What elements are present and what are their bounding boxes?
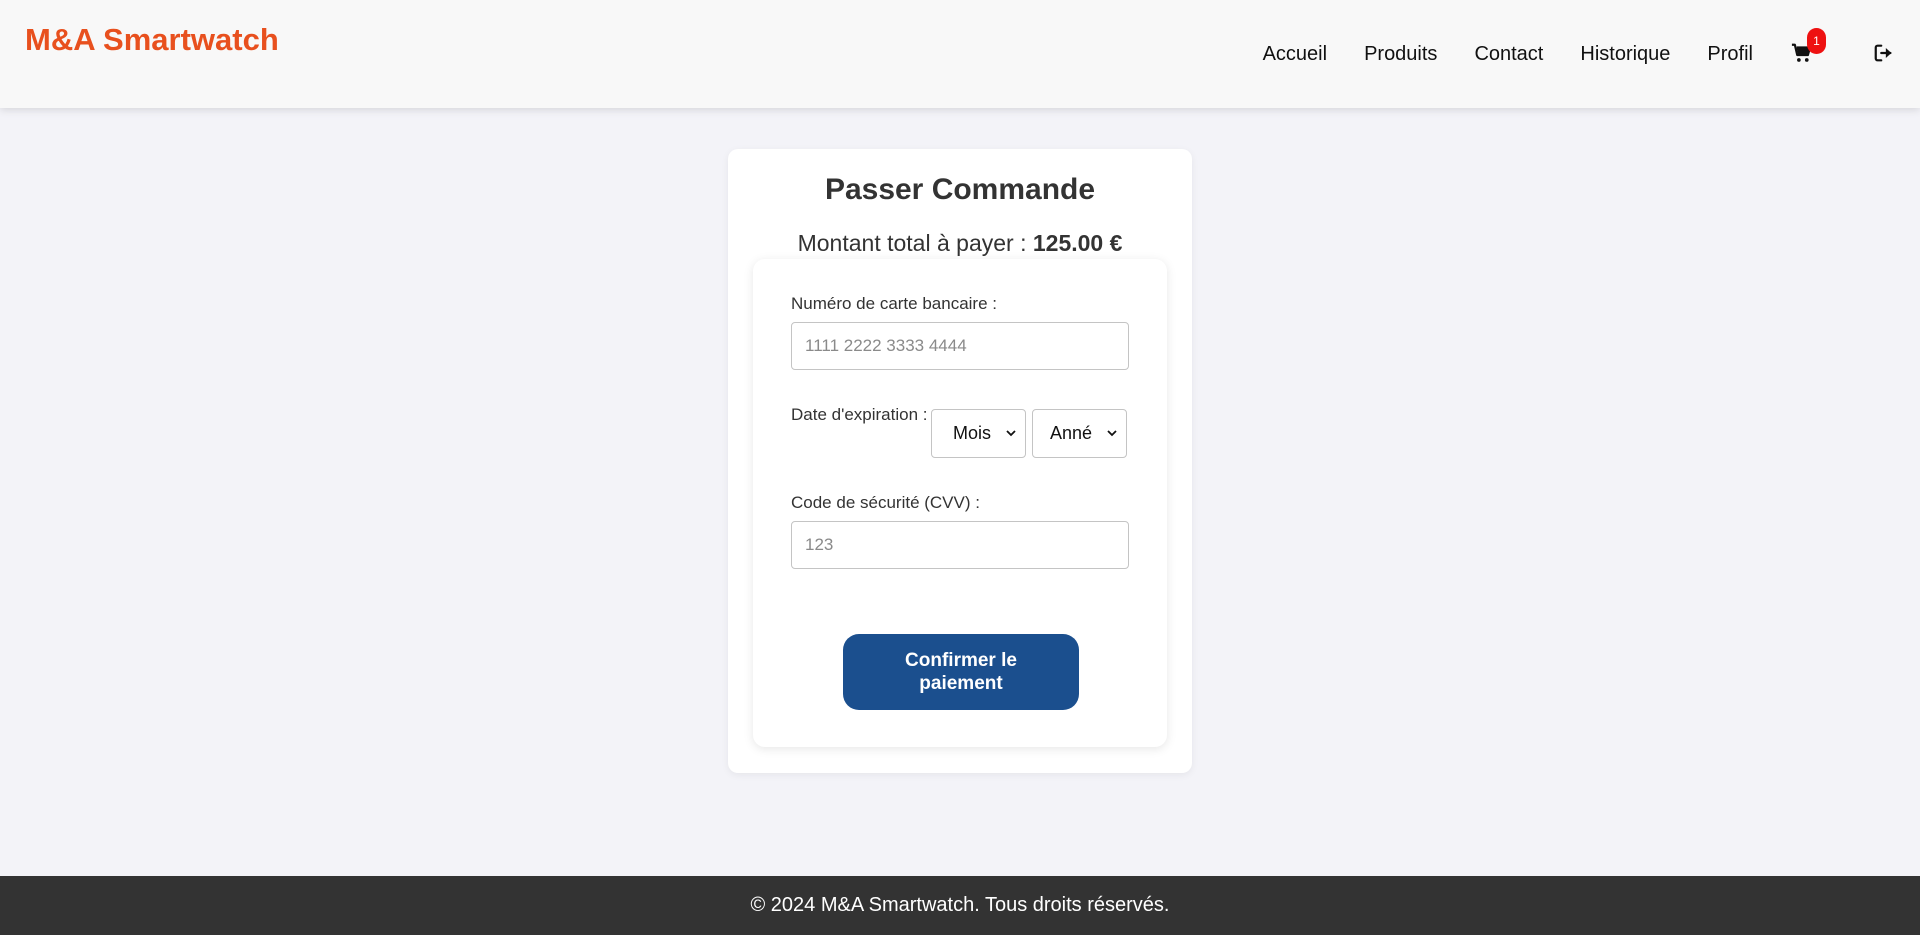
site-footer: © 2024 M&A Smartwatch. Tous droits réser… <box>0 876 1920 935</box>
expiry-month-select[interactable]: Mois <box>931 409 1026 458</box>
total-amount: 125.00 € <box>1032 230 1123 256</box>
card-number-input[interactable] <box>791 322 1129 370</box>
nav-accueil[interactable]: Accueil <box>1263 43 1327 66</box>
expiry-label: Date d'expiration : <box>791 405 928 424</box>
main-nav: Accueil Produits Contact Historique Prof… <box>1263 0 1920 108</box>
nav-contact[interactable]: Contact <box>1474 43 1543 66</box>
expiry-year-value: Année <box>1050 423 1092 443</box>
card-number-label: Numéro de carte bancaire : <box>791 294 997 313</box>
confirm-payment-button[interactable]: Confirmer le paiement <box>843 634 1079 710</box>
expiry-month-value: Mois <box>953 423 992 443</box>
expiry-year-select[interactable]: Année <box>1032 409 1127 458</box>
order-card: Passer Commande Montant total à payer : … <box>728 149 1192 773</box>
total-label: Montant total à payer : <box>797 230 1033 256</box>
cart-button[interactable]: 1 <box>1791 28 1826 66</box>
page-title: Passer Commande <box>824 173 1096 206</box>
nav-produits[interactable]: Produits <box>1364 43 1437 66</box>
total-amount-line: Montant total à payer : 125.00 € <box>728 230 1192 257</box>
cart-count-badge: 1 <box>1807 28 1826 54</box>
payment-form: Numéro de carte bancaire : Date d'expira… <box>753 259 1167 747</box>
sign-out-icon <box>1874 44 1892 62</box>
brand-logo[interactable]: M&A Smartwatch <box>25 22 279 58</box>
logout-button[interactable] <box>1873 42 1897 66</box>
site-header: M&A Smartwatch Accueil Produits Contact … <box>0 0 1920 108</box>
cvv-input[interactable] <box>791 521 1129 569</box>
chevron-down-icon <box>1006 430 1016 437</box>
chevron-down-icon <box>1107 430 1117 437</box>
cvv-label: Code de sécurité (CVV) : <box>791 493 980 512</box>
nav-profil[interactable]: Profil <box>1707 43 1753 66</box>
nav-historique[interactable]: Historique <box>1580 43 1670 66</box>
